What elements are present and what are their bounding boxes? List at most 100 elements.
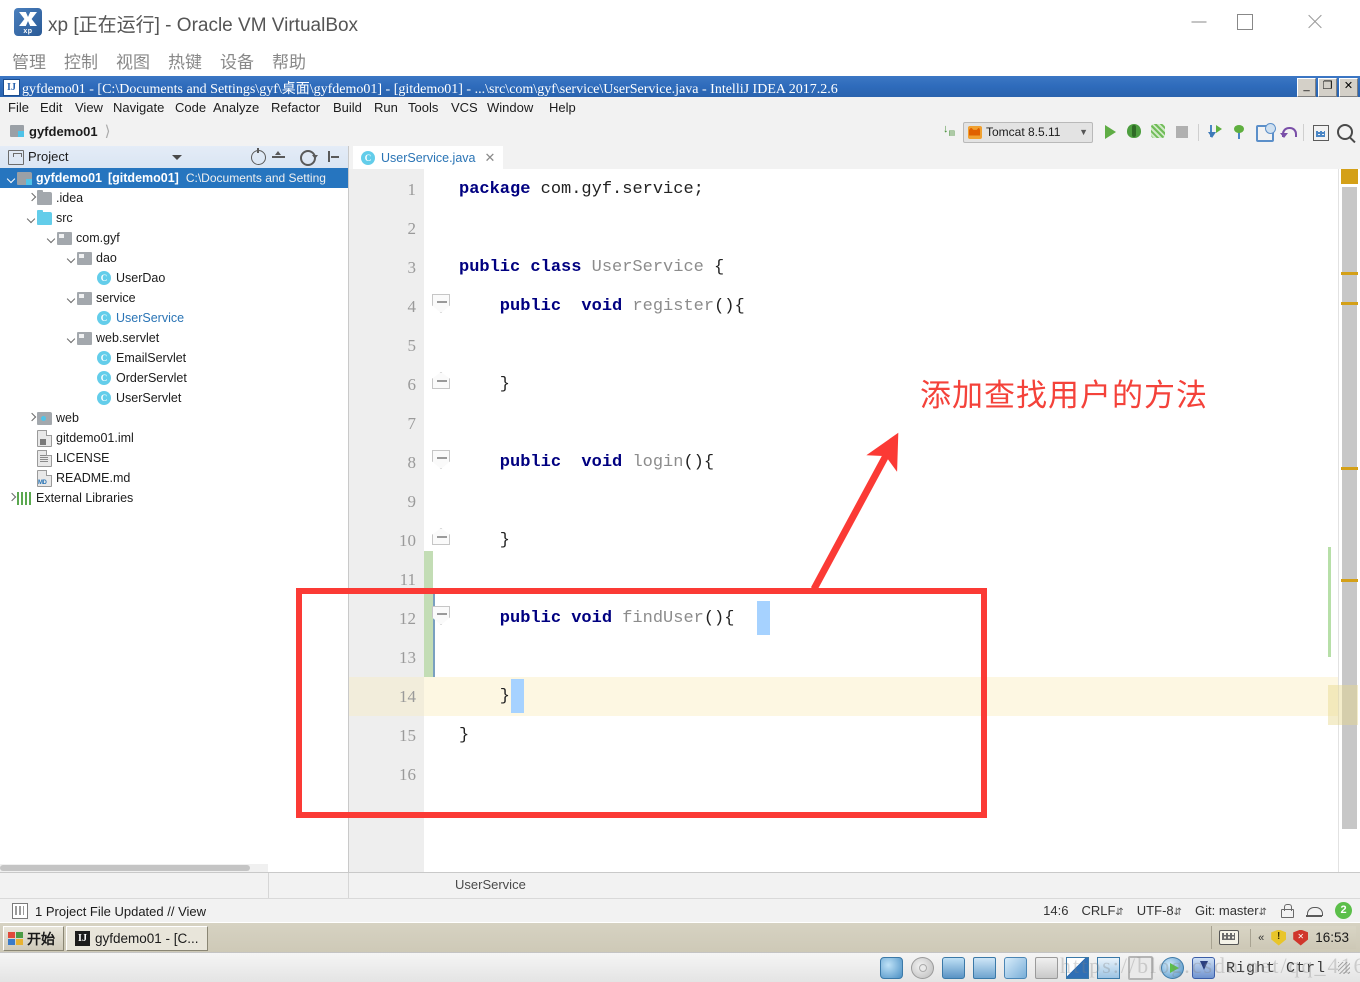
tree-item-web[interactable]: web bbox=[0, 408, 348, 428]
window-close-button[interactable] bbox=[1292, 0, 1338, 44]
line-number[interactable]: 12 bbox=[399, 610, 416, 627]
line-number[interactable]: 1 bbox=[408, 181, 417, 198]
menu-edit[interactable]: Edit bbox=[40, 100, 62, 115]
run-icon[interactable] bbox=[1098, 120, 1122, 144]
menu-file[interactable]: File bbox=[8, 100, 29, 115]
tree-item-gyfdemo01[interactable]: gyfdemo01 [gitdemo01] C:\Documents and Set… bbox=[0, 168, 348, 188]
taskbar-item-intellij[interactable]: IJ gyfdemo01 - [C... bbox=[66, 926, 208, 951]
inspection-hat-icon[interactable] bbox=[1306, 904, 1323, 918]
menu-analyze[interactable]: Analyze bbox=[213, 100, 259, 115]
project-tree[interactable]: gyfdemo01 [gitdemo01] C:\Documents and Set… bbox=[0, 168, 348, 508]
line-number[interactable]: 8 bbox=[408, 454, 417, 471]
chevron-down-icon[interactable] bbox=[66, 253, 77, 264]
line-number[interactable]: 11 bbox=[400, 571, 416, 588]
sidebar-horizontal-scrollbar[interactable] bbox=[0, 864, 268, 872]
tree-item-emailservlet[interactable]: C EmailServlet bbox=[0, 348, 348, 368]
fold-marker[interactable] bbox=[432, 450, 450, 469]
tree-item-license[interactable]: LICENSE bbox=[0, 448, 348, 468]
line-separator[interactable]: CRLF⇵ bbox=[1081, 903, 1123, 918]
security-alert-icon[interactable] bbox=[1293, 929, 1309, 946]
editor-code-area[interactable]: package com.gyf.service; public class Use… bbox=[424, 169, 1360, 872]
vcs-commit-icon[interactable] bbox=[1227, 120, 1251, 144]
fold-marker[interactable] bbox=[432, 606, 450, 625]
tree-item-service[interactable]: service bbox=[0, 288, 348, 308]
tree-item-web-servlet[interactable]: web.servlet bbox=[0, 328, 348, 348]
editor-scrollbar-thumb[interactable] bbox=[1342, 187, 1357, 829]
menu-navigate[interactable]: Navigate bbox=[113, 100, 164, 115]
code-line[interactable]: package com.gyf.service; bbox=[459, 181, 704, 198]
line-number[interactable]: 14 bbox=[399, 688, 416, 705]
debug-icon[interactable] bbox=[1122, 120, 1146, 144]
intellij-close-button[interactable]: ✕ bbox=[1339, 78, 1358, 97]
menu-window[interactable]: Window bbox=[487, 100, 533, 115]
hide-panel-icon[interactable] bbox=[326, 149, 342, 165]
tree-item-external-libraries[interactable]: External Libraries bbox=[0, 488, 348, 508]
chevron-right-icon[interactable] bbox=[6, 493, 17, 504]
fold-marker[interactable] bbox=[432, 372, 450, 389]
hard-disk-icon[interactable] bbox=[879, 957, 903, 979]
usb-icon[interactable] bbox=[1003, 957, 1027, 979]
vbox-menu-manage[interactable]: 管理 bbox=[12, 48, 46, 73]
line-number[interactable]: 4 bbox=[408, 298, 417, 315]
line-number[interactable]: 16 bbox=[399, 766, 416, 783]
statusbar-message-area[interactable]: 1 Project File Updated // View bbox=[12, 903, 206, 919]
fold-close-icon[interactable] bbox=[432, 528, 450, 545]
code-line[interactable]: } bbox=[459, 727, 469, 744]
tree-item-userservlet[interactable]: C UserServlet bbox=[0, 388, 348, 408]
tree-item-userservice[interactable]: C UserService bbox=[0, 308, 348, 328]
chevron-down-icon[interactable] bbox=[172, 155, 182, 160]
vbox-menu-control[interactable]: 控制 bbox=[64, 48, 98, 73]
code-line[interactable]: } bbox=[459, 532, 510, 549]
fold-marker[interactable] bbox=[432, 294, 450, 313]
fold-open-icon[interactable] bbox=[432, 606, 450, 625]
code-line[interactable]: } bbox=[459, 688, 510, 705]
update-project-icon[interactable]: ↓▤ bbox=[939, 120, 963, 144]
menu-view[interactable]: View bbox=[75, 100, 103, 115]
line-number[interactable]: 2 bbox=[408, 220, 417, 237]
code-line[interactable]: public void register(){ bbox=[459, 298, 745, 315]
menu-run[interactable]: Run bbox=[374, 100, 398, 115]
menu-build[interactable]: Build bbox=[333, 100, 362, 115]
chevron-right-icon[interactable] bbox=[26, 413, 37, 424]
chevron-down-icon[interactable] bbox=[6, 173, 17, 184]
tree-item-readme-md[interactable]: README.md bbox=[0, 468, 348, 488]
code-line[interactable]: public void login(){ bbox=[459, 454, 714, 471]
git-branch[interactable]: Git: master⇵ bbox=[1195, 903, 1267, 918]
vbox-menu-help[interactable]: 帮助 bbox=[272, 48, 306, 73]
chevron-down-icon[interactable] bbox=[66, 293, 77, 304]
caret-position[interactable]: 14:6 bbox=[1043, 903, 1068, 918]
status-badge[interactable]: 2 bbox=[1335, 902, 1352, 919]
taskbar-clock[interactable]: 16:53 bbox=[1315, 930, 1349, 945]
settings-grid-icon[interactable] bbox=[1308, 120, 1332, 144]
editor-gutter[interactable]: 1 2 3 4 5 6 7 8 9 10 11 12 13 14 15 16 bbox=[349, 169, 425, 872]
code-line[interactable]: } bbox=[459, 376, 510, 393]
menu-help[interactable]: Help bbox=[549, 100, 576, 115]
line-number[interactable]: 13 bbox=[399, 649, 416, 666]
editor-fold-column[interactable] bbox=[424, 169, 452, 872]
code-line[interactable]: public class UserService { bbox=[459, 259, 724, 276]
window-maximize-button[interactable] bbox=[1222, 0, 1268, 44]
line-number[interactable]: 7 bbox=[408, 415, 417, 432]
tree-item-com-gyf[interactable]: com.gyf bbox=[0, 228, 348, 248]
tab-userservice-java[interactable]: C UserService.java ✕ bbox=[353, 146, 504, 171]
intellij-minimize-button[interactable]: _ bbox=[1297, 78, 1316, 97]
network-icon[interactable] bbox=[941, 957, 965, 979]
code-line[interactable]: public void findUser(){ bbox=[459, 610, 735, 627]
chevron-down-icon[interactable] bbox=[46, 233, 57, 244]
display-icon[interactable] bbox=[972, 957, 996, 979]
shared-folder-icon[interactable] bbox=[1034, 957, 1058, 979]
collapse-all-icon[interactable] bbox=[271, 149, 287, 165]
tree-item-dao[interactable]: dao bbox=[0, 248, 348, 268]
line-number[interactable]: 15 bbox=[399, 727, 416, 744]
tree-item-userdao[interactable]: C UserDao bbox=[0, 268, 348, 288]
fold-close-icon[interactable] bbox=[432, 372, 450, 389]
vbox-menu-hotkeys[interactable]: 热键 bbox=[168, 48, 202, 73]
security-warning-icon[interactable] bbox=[1271, 929, 1287, 946]
fold-open-icon[interactable] bbox=[432, 450, 450, 469]
tree-item--idea[interactable]: .idea bbox=[0, 188, 348, 208]
menu-code[interactable]: Code bbox=[175, 100, 206, 115]
window-minimize-button[interactable] bbox=[1176, 0, 1222, 44]
breadcrumb-label[interactable]: gyfdemo01 bbox=[29, 124, 98, 139]
fold-open-icon[interactable] bbox=[432, 294, 450, 313]
fold-marker[interactable] bbox=[432, 528, 450, 545]
